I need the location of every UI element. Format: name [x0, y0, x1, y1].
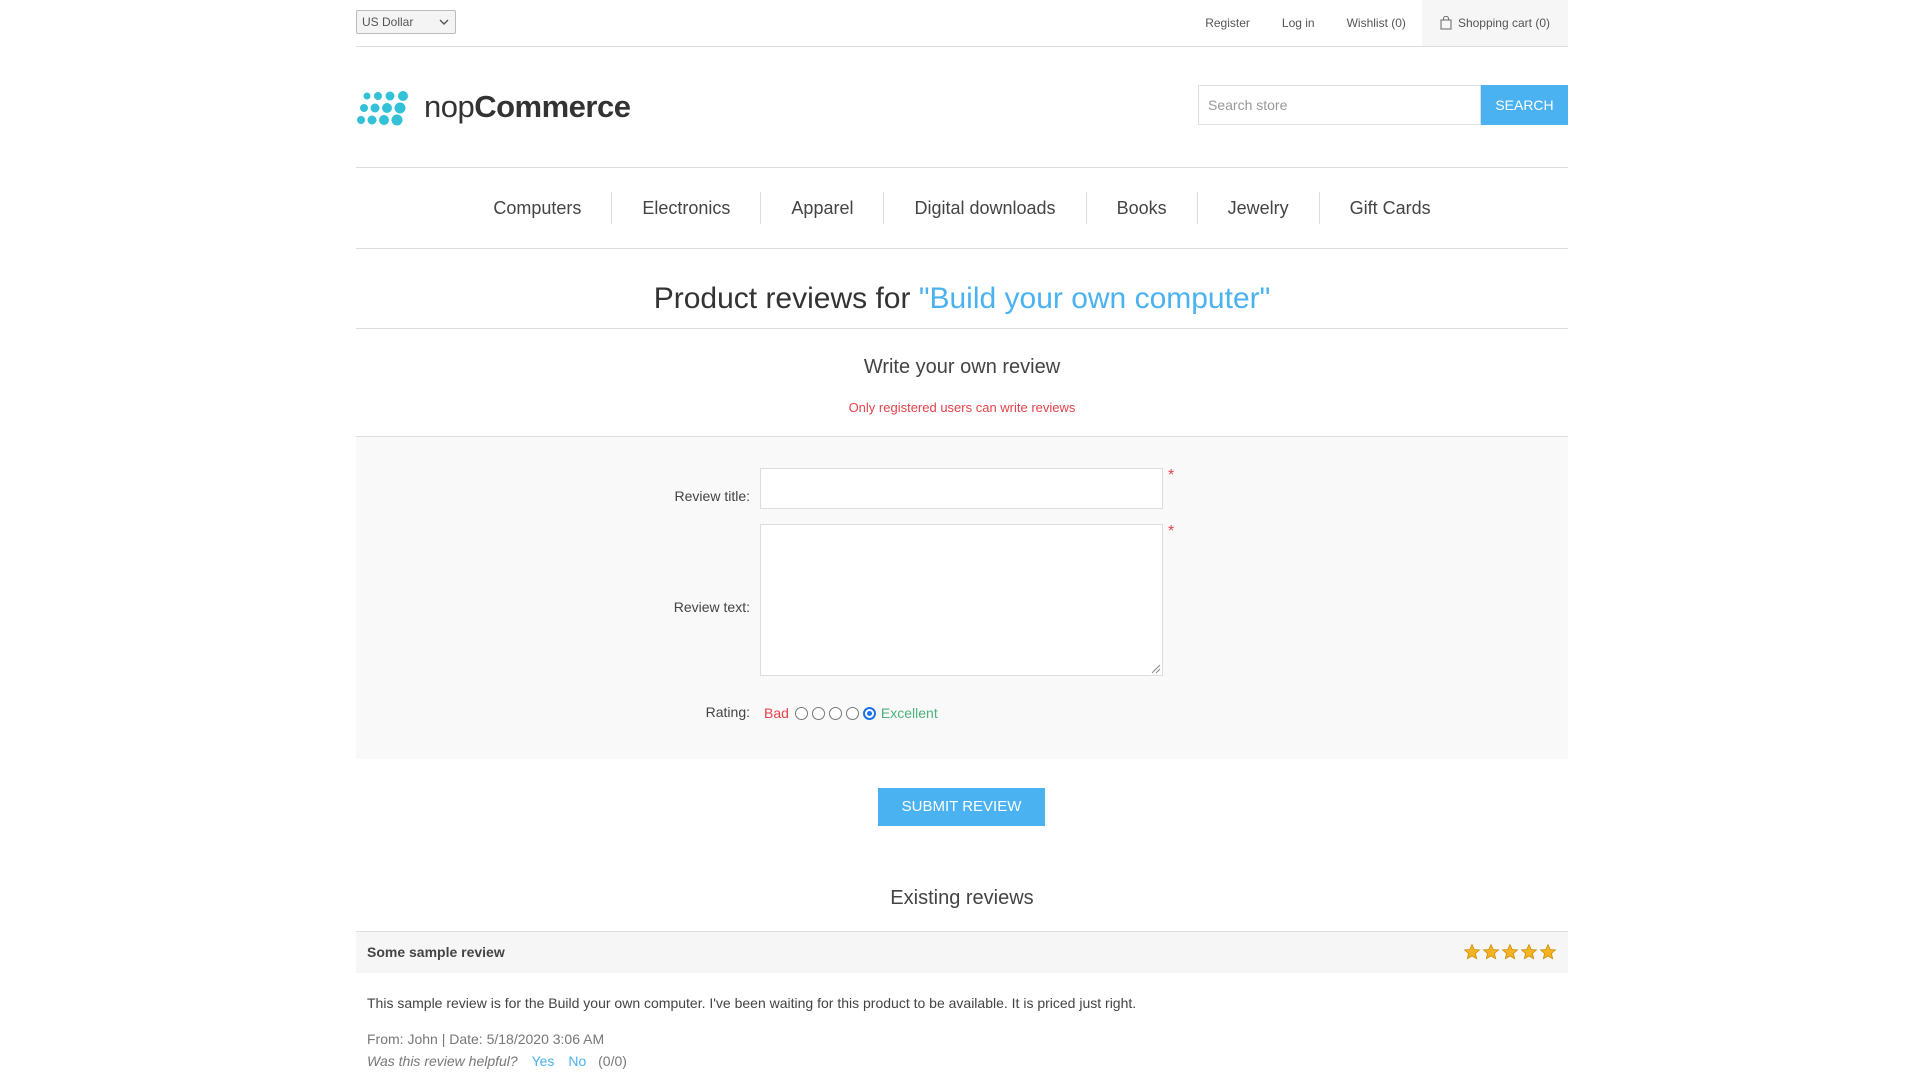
search-button[interactable]: SEARCH — [1481, 85, 1568, 125]
rating-label: Rating: — [705, 704, 750, 720]
search-box: Search store SEARCH — [1198, 85, 1568, 125]
currency-select[interactable]: US Dollar — [356, 10, 456, 34]
register-link[interactable]: Register — [1205, 16, 1250, 30]
review-text-textarea[interactable] — [760, 524, 1163, 676]
helpful-yes-link[interactable]: Yes — [532, 1053, 555, 1069]
chevron-down-icon — [439, 19, 449, 25]
header-upper: US Dollar Register Log in Wishlist (0) S… — [356, 0, 1568, 47]
currency-value: US Dollar — [362, 15, 414, 29]
wishlist-link[interactable]: Wishlist (0) — [1347, 16, 1406, 30]
review-body: This sample review is for the Build your… — [367, 995, 1137, 1011]
rating-radio-5[interactable] — [862, 706, 876, 720]
review-info: From: John | Date: 5/18/2020 3:06 AM — [367, 1031, 605, 1047]
menu-item-electronics[interactable]: Electronics — [611, 192, 760, 224]
star-icon — [1520, 943, 1538, 960]
star-icon — [1539, 943, 1557, 960]
review-title-input[interactable] — [760, 468, 1163, 509]
menu-item-gift-cards[interactable]: Gift Cards — [1318, 192, 1461, 224]
logo-text-bold: Commerce — [474, 89, 631, 124]
helpful-question: Was this review helpful? — [367, 1053, 518, 1069]
review-text-label: Review text: — [673, 599, 750, 615]
logo[interactable]: nopCommerce — [356, 86, 631, 128]
menu-item-computers[interactable]: Computers — [463, 192, 611, 224]
rating-control: Bad Excellent — [764, 705, 938, 721]
nopcommerce-logo-icon — [357, 91, 408, 126]
write-review-title: Write your own review — [863, 356, 1061, 378]
review-text-required: * — [1168, 523, 1175, 540]
review-title-required: * — [1168, 467, 1175, 484]
logo-text-light: nop — [424, 89, 475, 124]
page-title-prefix: Product reviews for — [653, 282, 919, 315]
top-menu: Computers Electronics Apparel Digital do… — [356, 167, 1568, 249]
search-input[interactable]: Search store — [1198, 85, 1481, 125]
product-link[interactable]: "Build your own computer" — [919, 282, 1270, 315]
rating-radio-3[interactable] — [828, 706, 842, 720]
review-stars — [1462, 943, 1557, 961]
resize-handle-icon[interactable] — [1149, 662, 1161, 674]
helpful-counts: (0/0) — [598, 1053, 627, 1069]
review-title: Some sample review — [367, 944, 505, 960]
rating-radio-2[interactable] — [811, 706, 825, 720]
logo-wordmark: nopCommerce — [424, 89, 631, 125]
review-header: Some sample review — [356, 931, 1568, 973]
star-icon — [1463, 943, 1481, 960]
existing-reviews-title: Existing reviews — [890, 887, 1034, 909]
submit-review-button[interactable]: SUBMIT REVIEW — [878, 788, 1045, 826]
menu-item-apparel[interactable]: Apparel — [760, 192, 883, 224]
menu-item-digital-downloads[interactable]: Digital downloads — [883, 192, 1085, 224]
rating-radio-4[interactable] — [845, 706, 859, 720]
review-form: Review title: * Review text: * Rating: B… — [356, 436, 1568, 759]
login-link[interactable]: Log in — [1282, 16, 1315, 30]
rating-radio-1[interactable] — [794, 706, 808, 720]
review-title-label: Review title: — [674, 488, 750, 504]
shopping-cart-label: Shopping cart (0) — [1457, 16, 1550, 30]
menu-item-jewelry[interactable]: Jewelry — [1196, 192, 1319, 224]
shopping-bag-icon — [1440, 16, 1452, 30]
menu-item-books[interactable]: Books — [1085, 192, 1197, 224]
registration-notice: Only registered users can write reviews — [848, 400, 1076, 415]
star-icon — [1501, 943, 1519, 960]
rating-bad-label: Bad — [764, 705, 789, 721]
rating-excellent-label: Excellent — [880, 705, 938, 721]
header-links: Register Log in Wishlist (0) Shopping ca… — [1189, 0, 1568, 46]
page-title: Product reviews for "Build your own comp… — [356, 282, 1568, 329]
shopping-cart-link[interactable]: Shopping cart (0) — [1421, 0, 1568, 46]
review-helpfulness: Was this review helpful? Yes No (0/0) — [367, 1053, 627, 1069]
helpful-no-link[interactable]: No — [568, 1053, 586, 1069]
star-icon — [1482, 943, 1500, 960]
